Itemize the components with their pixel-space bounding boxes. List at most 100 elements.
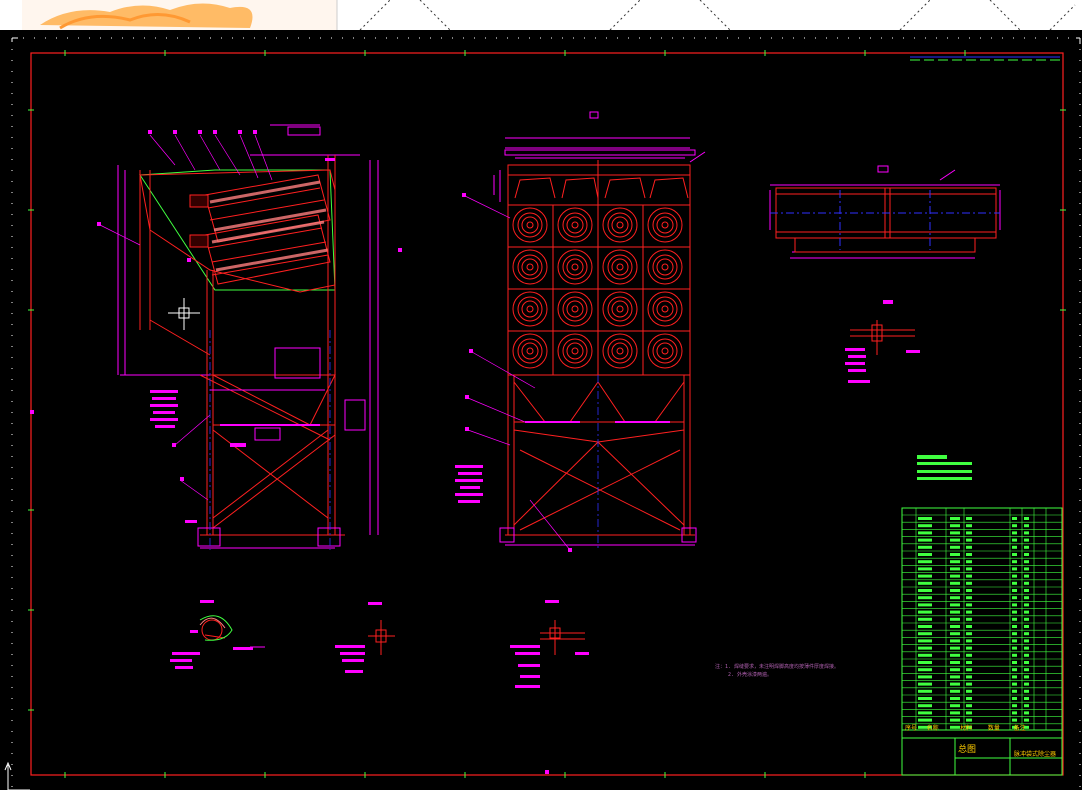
table-cell-text: [966, 689, 972, 693]
cartridge-ring: [521, 342, 539, 360]
table-cell-text: [950, 517, 960, 520]
table-cell-text: [1024, 625, 1029, 628]
crosshair-cursor-icon: [168, 298, 200, 330]
table-cell-text: [950, 610, 960, 614]
table-cell-text: [918, 617, 932, 621]
table-cell-text: [1012, 689, 1017, 693]
side-view[interactable]: [97, 124, 402, 550]
table-cell-text: [1024, 610, 1029, 614]
table-cell-text: [918, 625, 932, 628]
table-cell-text: [1024, 553, 1029, 556]
table-cell-text: [1012, 574, 1017, 578]
table-cell-text: [918, 689, 932, 693]
table-cell-text: [950, 625, 960, 628]
table-cell-text: [918, 704, 932, 708]
table-cell-text: [918, 639, 932, 643]
detail-views[interactable]: [170, 600, 589, 688]
cartridge-ring: [656, 216, 674, 234]
drawing-title: 总图: [958, 745, 977, 755]
table-cell-text: [1012, 711, 1017, 715]
cartridge-ring: [521, 216, 539, 234]
project-name: 脉冲袋式除尘器: [1014, 751, 1057, 758]
table-header-qty: 数量: [987, 725, 1000, 732]
table-cell-text: [1024, 689, 1029, 693]
table-cell-text: [1024, 617, 1029, 621]
table-cell-text: [1024, 661, 1029, 664]
top-view[interactable]: [769, 165, 1001, 480]
table-cell-text: [966, 596, 972, 600]
table-cell-text: [1024, 538, 1029, 542]
cartridge-ring: [521, 258, 539, 276]
table-cell-text: [1012, 545, 1017, 549]
table-cell-text: [950, 668, 960, 672]
cartridge-ring: [656, 300, 674, 318]
table-cell-text: [950, 682, 960, 686]
cartridge-ring: [616, 221, 624, 229]
table-cell-text: [950, 639, 960, 643]
table-cell-text: [966, 639, 972, 643]
cartridge-ring: [656, 342, 674, 360]
table-cell-text: [966, 675, 972, 679]
cad-drawing-canvas[interactable]: [0, 30, 1082, 790]
table-cell-text: [950, 646, 960, 650]
table-cell-text: [918, 610, 932, 614]
table-cell-text: [966, 553, 972, 556]
table-cell-text: [1012, 538, 1017, 542]
parts-table[interactable]: [901, 507, 1063, 776]
table-cell-text: [918, 675, 932, 679]
table-cell-text: [1012, 560, 1017, 564]
table-header-no: 序号: [905, 725, 918, 732]
table-cell-text: [1024, 668, 1029, 672]
table-cell-text: [966, 632, 972, 636]
table-cell-text: [966, 661, 972, 664]
table-cell-text: [966, 646, 972, 650]
table-cell-text: [1012, 589, 1017, 592]
table-cell-text: [1012, 704, 1017, 708]
table-header-remark: 备注: [1013, 725, 1026, 732]
table-cell-text: [918, 567, 932, 571]
table-cell-text: [1024, 704, 1029, 708]
table-cell-text: [950, 574, 960, 578]
cartridge-ring: [611, 258, 629, 276]
table-cell-text: [918, 517, 932, 520]
table-cell-text: [1012, 661, 1017, 664]
table-cell-text: [918, 632, 932, 636]
table-cell-text: [1012, 596, 1017, 600]
table-cell-text: [966, 711, 972, 715]
table-cell-text: [950, 560, 960, 564]
table-cell-text: [950, 589, 960, 592]
table-cell-text: [1012, 553, 1017, 556]
table-cell-text: [1024, 567, 1029, 571]
cartridge-ring: [611, 342, 629, 360]
cartridge-ring: [661, 221, 669, 229]
table-cell-text: [1024, 545, 1029, 549]
table-cell-text: [918, 603, 932, 607]
cartridge-ring: [526, 347, 534, 355]
cartridge-ring: [616, 347, 624, 355]
cartridge-ring: [611, 216, 629, 234]
table-cell-text: [966, 574, 972, 578]
table-cell-text: [966, 531, 972, 535]
table-cell-text: [1024, 581, 1029, 585]
table-cell-text: [1012, 675, 1017, 679]
cartridge-ring: [656, 258, 674, 276]
table-cell-text: [1012, 639, 1017, 643]
table-cell-text: [966, 517, 972, 520]
table-cell-text: [950, 545, 960, 549]
table-cell-text: [1024, 589, 1029, 592]
cartridge-ring: [661, 305, 669, 313]
cartridge-ring: [571, 263, 579, 271]
cartridge-ring: [566, 216, 584, 234]
table-cell-text: [1024, 697, 1029, 700]
table-cell-text: [1012, 603, 1017, 607]
top-window-strip: [0, 0, 1082, 30]
table-cell-text: [1012, 718, 1017, 722]
table-cell-text: [1024, 560, 1029, 564]
table-cell-text: [950, 718, 960, 722]
table-cell-text: [966, 589, 972, 592]
table-cell-text: [1024, 675, 1029, 679]
table-cell-text: [918, 531, 932, 535]
front-view[interactable]: [455, 111, 706, 552]
table-cell-text: [1024, 711, 1029, 715]
table-cell-text: [950, 689, 960, 693]
